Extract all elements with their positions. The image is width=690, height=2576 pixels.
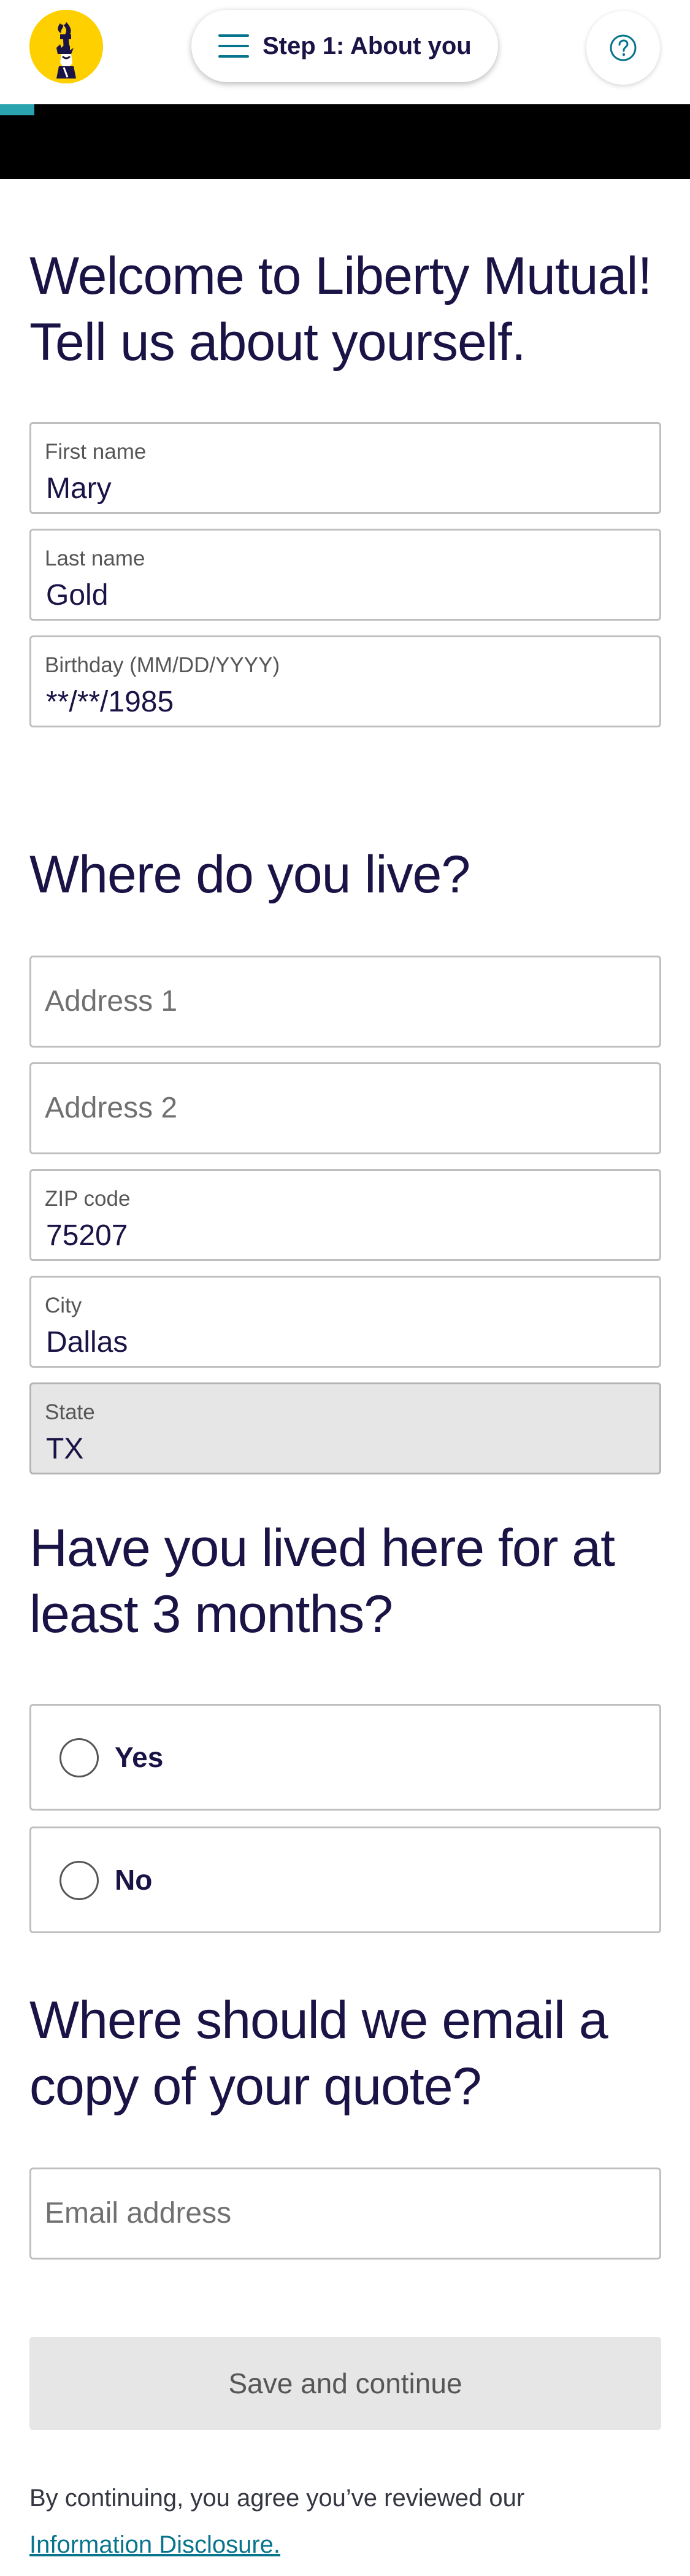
address1-field[interactable]: Address 1 <box>29 956 661 1048</box>
zip-code-label: ZIP code <box>45 1187 131 1211</box>
birthday-field[interactable]: Birthday (MM/DD/YYYY) **/**/1985 <box>29 635 661 727</box>
city-field[interactable]: City Dallas <box>29 1276 661 1368</box>
email-field[interactable]: Email address <box>29 2168 661 2260</box>
address-heading: Where do you live? <box>29 845 470 904</box>
save-and-continue-button[interactable]: Save and continue <box>29 2337 661 2430</box>
last-name-value: Gold <box>46 579 109 611</box>
radio-circle-icon[interactable] <box>59 1738 99 1777</box>
residency-no-label: No <box>115 1864 153 1896</box>
address1-placeholder: Address 1 <box>45 985 178 1018</box>
welcome-heading: Welcome to Liberty Mutual! Tell us about… <box>29 247 652 372</box>
city-value: Dallas <box>46 1326 128 1359</box>
residency-yes-label: Yes <box>115 1741 164 1773</box>
first-name-value: Mary <box>46 472 112 505</box>
birthday-label: Birthday (MM/DD/YYYY) <box>45 653 280 677</box>
help-button[interactable] <box>586 11 660 85</box>
address2-field[interactable]: Address 2 <box>29 1062 661 1154</box>
email-heading: Where should we email a copy of your quo… <box>29 1991 608 2116</box>
last-name-label: Last name <box>45 546 145 570</box>
question-circle-icon <box>610 34 637 61</box>
birthday-value: **/**/1985 <box>46 686 174 718</box>
zip-code-field[interactable]: ZIP code 75207 <box>29 1169 661 1261</box>
zip-code-value: 75207 <box>46 1219 128 1252</box>
radio-circle-icon[interactable] <box>59 1861 99 1900</box>
disclaimer-body: By continuing, you agree you’ve reviewed… <box>29 2485 525 2512</box>
city-label: City <box>45 1294 82 1317</box>
information-disclosure-link[interactable]: Information Disclosure. <box>29 2531 280 2558</box>
residency-no-option[interactable]: No <box>29 1827 661 1933</box>
residency-yes-option[interactable]: Yes <box>29 1704 661 1811</box>
progress-bar-fill <box>0 104 35 115</box>
liberty-mutual-logo[interactable] <box>29 10 103 83</box>
residency-heading: Have you lived here for at least 3 month… <box>29 1519 615 1644</box>
first-name-field[interactable]: First name Mary <box>29 422 661 514</box>
address2-placeholder: Address 2 <box>45 1092 178 1124</box>
state-field: State TX <box>29 1382 661 1474</box>
email-placeholder: Email address <box>45 2197 232 2229</box>
first-name-label: First name <box>45 440 147 464</box>
state-value: TX <box>46 1433 84 1465</box>
progress-band <box>0 104 690 179</box>
disclaimer-text: By continuing, you agree you’ve reviewed… <box>29 2475 661 2568</box>
hamburger-menu-icon <box>218 34 249 58</box>
top-header: Step 1: About you <box>0 0 690 104</box>
last-name-field[interactable]: Last name Gold <box>29 529 661 621</box>
step-title: Step 1: About you <box>263 33 472 59</box>
step-menu-button[interactable]: Step 1: About you <box>191 10 498 82</box>
state-label: State <box>45 1400 95 1424</box>
statue-of-liberty-icon <box>29 10 103 83</box>
